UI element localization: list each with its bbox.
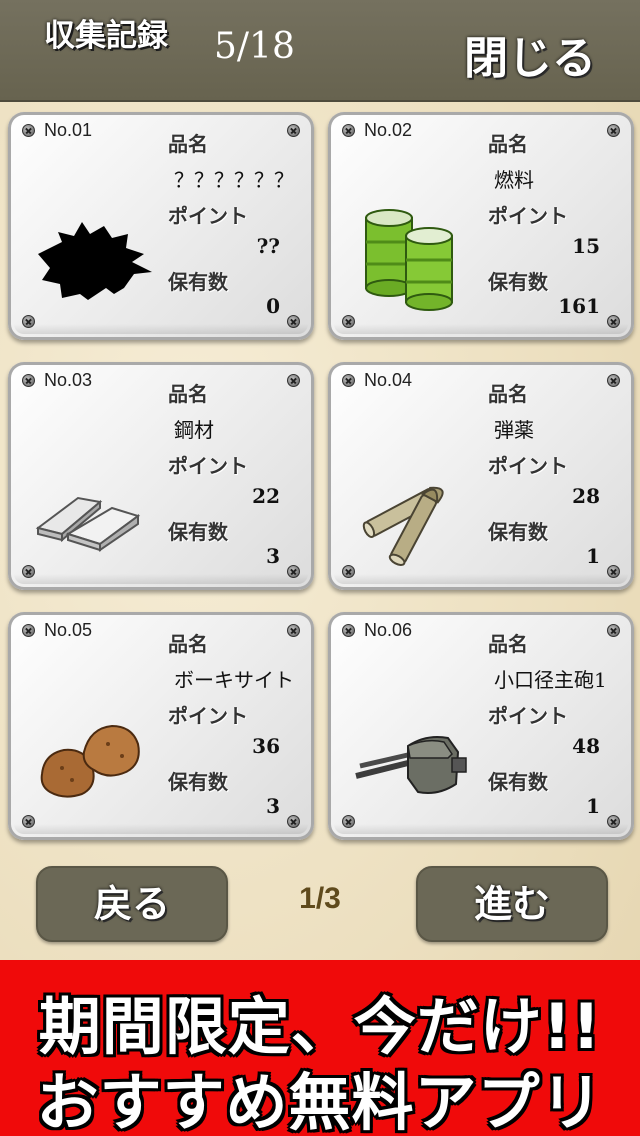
owned-label: 保有数 [168, 520, 228, 544]
item-owned: 1 [586, 544, 600, 568]
item-number: No.05 [44, 620, 93, 640]
point-label: ポイント [488, 454, 568, 478]
name-label: 品名 [168, 382, 208, 406]
screw-icon [342, 374, 355, 387]
screw-icon [607, 124, 620, 137]
item-point: 22 [252, 484, 280, 508]
name-label: 品名 [488, 382, 528, 406]
screw-icon [607, 624, 620, 637]
screw-icon [342, 624, 355, 637]
item-point: 28 [572, 484, 600, 508]
item-owned: 161 [558, 294, 600, 318]
item-point: 36 [252, 734, 280, 758]
point-label: ポイント [488, 204, 568, 228]
naval-gun-turret-icon [355, 736, 467, 794]
item-card[interactable]: No.02 品名 燃料 ポイント 15 保有数 161 [328, 112, 634, 340]
owned-label: 保有数 [488, 770, 548, 794]
screw-icon [287, 124, 300, 137]
page-indicator: 1/3 [299, 882, 341, 915]
owned-label: 保有数 [168, 270, 228, 294]
item-owned: 3 [266, 544, 280, 568]
fuel-drums-icon [365, 209, 453, 311]
steel-ingots-icon [35, 496, 141, 552]
item-number: No.01 [44, 120, 93, 140]
screw-icon [607, 315, 620, 328]
item-point: 48 [572, 734, 600, 758]
item-card[interactable]: No.05 品名 ボーキサイト ポイント 36 保有数 3 [8, 612, 314, 840]
item-name: ボーキサイト [174, 668, 294, 692]
screw-icon [287, 374, 300, 387]
item-owned: 1 [586, 794, 600, 818]
item-number: No.02 [364, 120, 413, 140]
item-number: No.03 [44, 370, 93, 390]
item-point: 15 [572, 234, 600, 258]
screw-icon [287, 815, 300, 828]
page-title: 収集記録 [44, 18, 168, 54]
next-button[interactable]: 進む [416, 866, 608, 942]
close-button[interactable]: 閉じる [464, 22, 614, 84]
screw-icon [607, 565, 620, 578]
screw-icon [22, 374, 35, 387]
back-button[interactable]: 戻る [36, 866, 228, 942]
item-owned: 0 [266, 294, 280, 318]
screw-icon [22, 624, 35, 637]
item-name: 鋼材 [174, 418, 214, 442]
item-name: ？？？？？？ [174, 168, 294, 192]
bauxite-rocks-icon [40, 724, 140, 798]
owned-label: 保有数 [488, 270, 548, 294]
ad-banner-line2: おすすめ無料アプリ [36, 1066, 604, 1136]
item-card[interactable]: No.01 品名 ？？？？？？ ポイント ?? 保有数 0 [8, 112, 314, 340]
screw-icon [287, 624, 300, 637]
point-label: ポイント [168, 704, 248, 728]
item-name: 小口径主砲1 [494, 668, 607, 692]
name-label: 品名 [168, 132, 208, 156]
item-card[interactable]: No.03 品名 鋼材 ポイント 22 保有数 3 [8, 362, 314, 590]
item-card[interactable]: No.06 品名 小口径主砲1 ポイント 48 保有数 1 [328, 612, 634, 840]
collection-count: 5/18 [214, 26, 295, 67]
owned-label: 保有数 [168, 770, 228, 794]
item-number: No.06 [364, 620, 413, 640]
screw-icon [287, 565, 300, 578]
name-label: 品名 [168, 632, 208, 656]
item-point: ?? [256, 234, 280, 258]
screw-icon [22, 124, 35, 137]
unknown-silhouette-icon [38, 222, 152, 300]
item-owned: 3 [266, 794, 280, 818]
screw-icon [287, 315, 300, 328]
item-number: No.04 [364, 370, 413, 390]
name-label: 品名 [488, 632, 528, 656]
screw-icon [607, 815, 620, 828]
item-name: 弾薬 [494, 418, 534, 442]
name-label: 品名 [488, 132, 528, 156]
owned-label: 保有数 [488, 520, 548, 544]
screw-icon [342, 315, 355, 328]
screw-icon [342, 124, 355, 137]
item-card[interactable]: No.04 品名 弾薬 ポイント 28 保有数 1 [328, 362, 634, 590]
header-bar: 収集記録 5/18 閉じる [0, 0, 640, 102]
screw-icon [607, 374, 620, 387]
ad-banner[interactable]: 期間限定、今だけ!! おすすめ無料アプリ [0, 960, 640, 1136]
point-label: ポイント [488, 704, 568, 728]
item-name: 燃料 [494, 168, 534, 192]
point-label: ポイント [168, 204, 248, 228]
ammo-shells-icon [362, 486, 444, 566]
point-label: ポイント [168, 454, 248, 478]
